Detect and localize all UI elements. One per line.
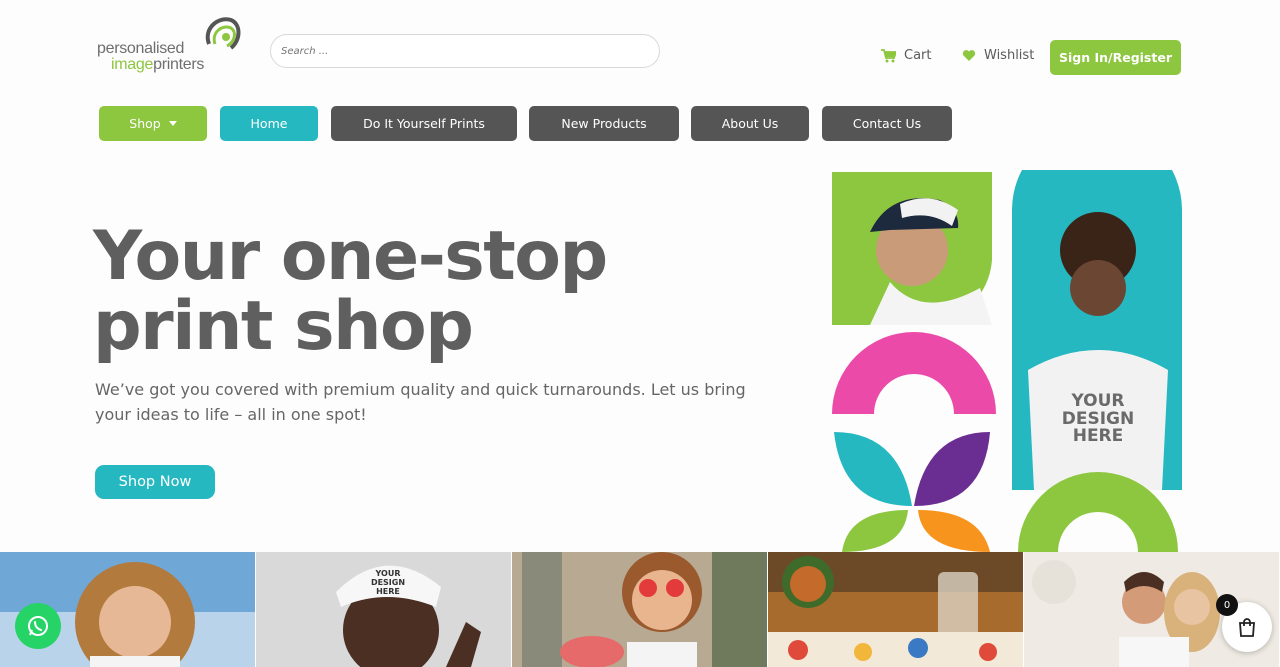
nav-shop-label: Shop [129,116,161,131]
svg-text:YOUR: YOUR [1070,391,1124,411]
woman-in-tshirt-image: YOUR DESIGN HERE [1012,170,1182,490]
logo-swirl-icon [205,17,241,50]
product-image-strip: YOUR DESIGN HERE [0,552,1280,667]
shopping-bag-icon [1239,618,1255,637]
nav-contact-us[interactable]: Contact Us [822,106,952,141]
logo-text-image: image [111,56,154,73]
shop-now-button[interactable]: Shop Now [95,465,215,499]
svg-text:DESIGN: DESIGN [371,578,405,587]
svg-text:HERE: HERE [1073,426,1124,446]
hero-collage: YOUR DESIGN HERE [832,170,1182,552]
logo-text-printers: printers [153,56,205,73]
strip-image-table[interactable] [768,552,1024,667]
signin-register-button[interactable]: Sign In/Register [1050,40,1181,75]
logo-text-line2: imageprinters [111,56,204,74]
strip-image-cap[interactable]: YOUR DESIGN HERE [256,552,512,667]
site-logo[interactable]: personalised imageprinters [97,14,247,76]
cart-link[interactable]: Cart [881,48,932,63]
cap-photo-icon: YOUR DESIGN HERE [256,552,511,667]
strip-image-sunglasses[interactable] [512,552,768,667]
page: personalised imageprinters Cart Wishlist… [0,0,1280,667]
wishlist-label: Wishlist [984,48,1035,63]
caret-down-icon [168,121,177,126]
svg-text:HERE: HERE [376,587,400,596]
nav-new-products[interactable]: New Products [529,106,679,141]
hero-title: Your one-stop print shop [93,217,608,366]
hero-subtitle: We’ve got you covered with premium quali… [95,380,746,424]
sunglasses-photo-icon [512,552,767,667]
whatsapp-icon [28,616,48,636]
cart-icon [881,48,896,62]
wishlist-link[interactable]: Wishlist [962,48,1034,63]
nav-about-us[interactable]: About Us [691,106,809,141]
table-photo-icon [768,552,1023,667]
cart-count-badge: 0 [1216,594,1238,616]
nav-diy-prints[interactable]: Do It Yourself Prints [331,106,517,141]
cart-label: Cart [904,48,932,63]
whatsapp-button[interactable] [15,603,61,649]
svg-text:YOUR: YOUR [375,569,401,578]
search-input[interactable] [270,34,660,68]
man-with-cap-image [832,172,992,326]
nav-shop[interactable]: Shop [99,106,207,141]
heart-icon [962,50,976,61]
nav-home[interactable]: Home [220,106,318,141]
